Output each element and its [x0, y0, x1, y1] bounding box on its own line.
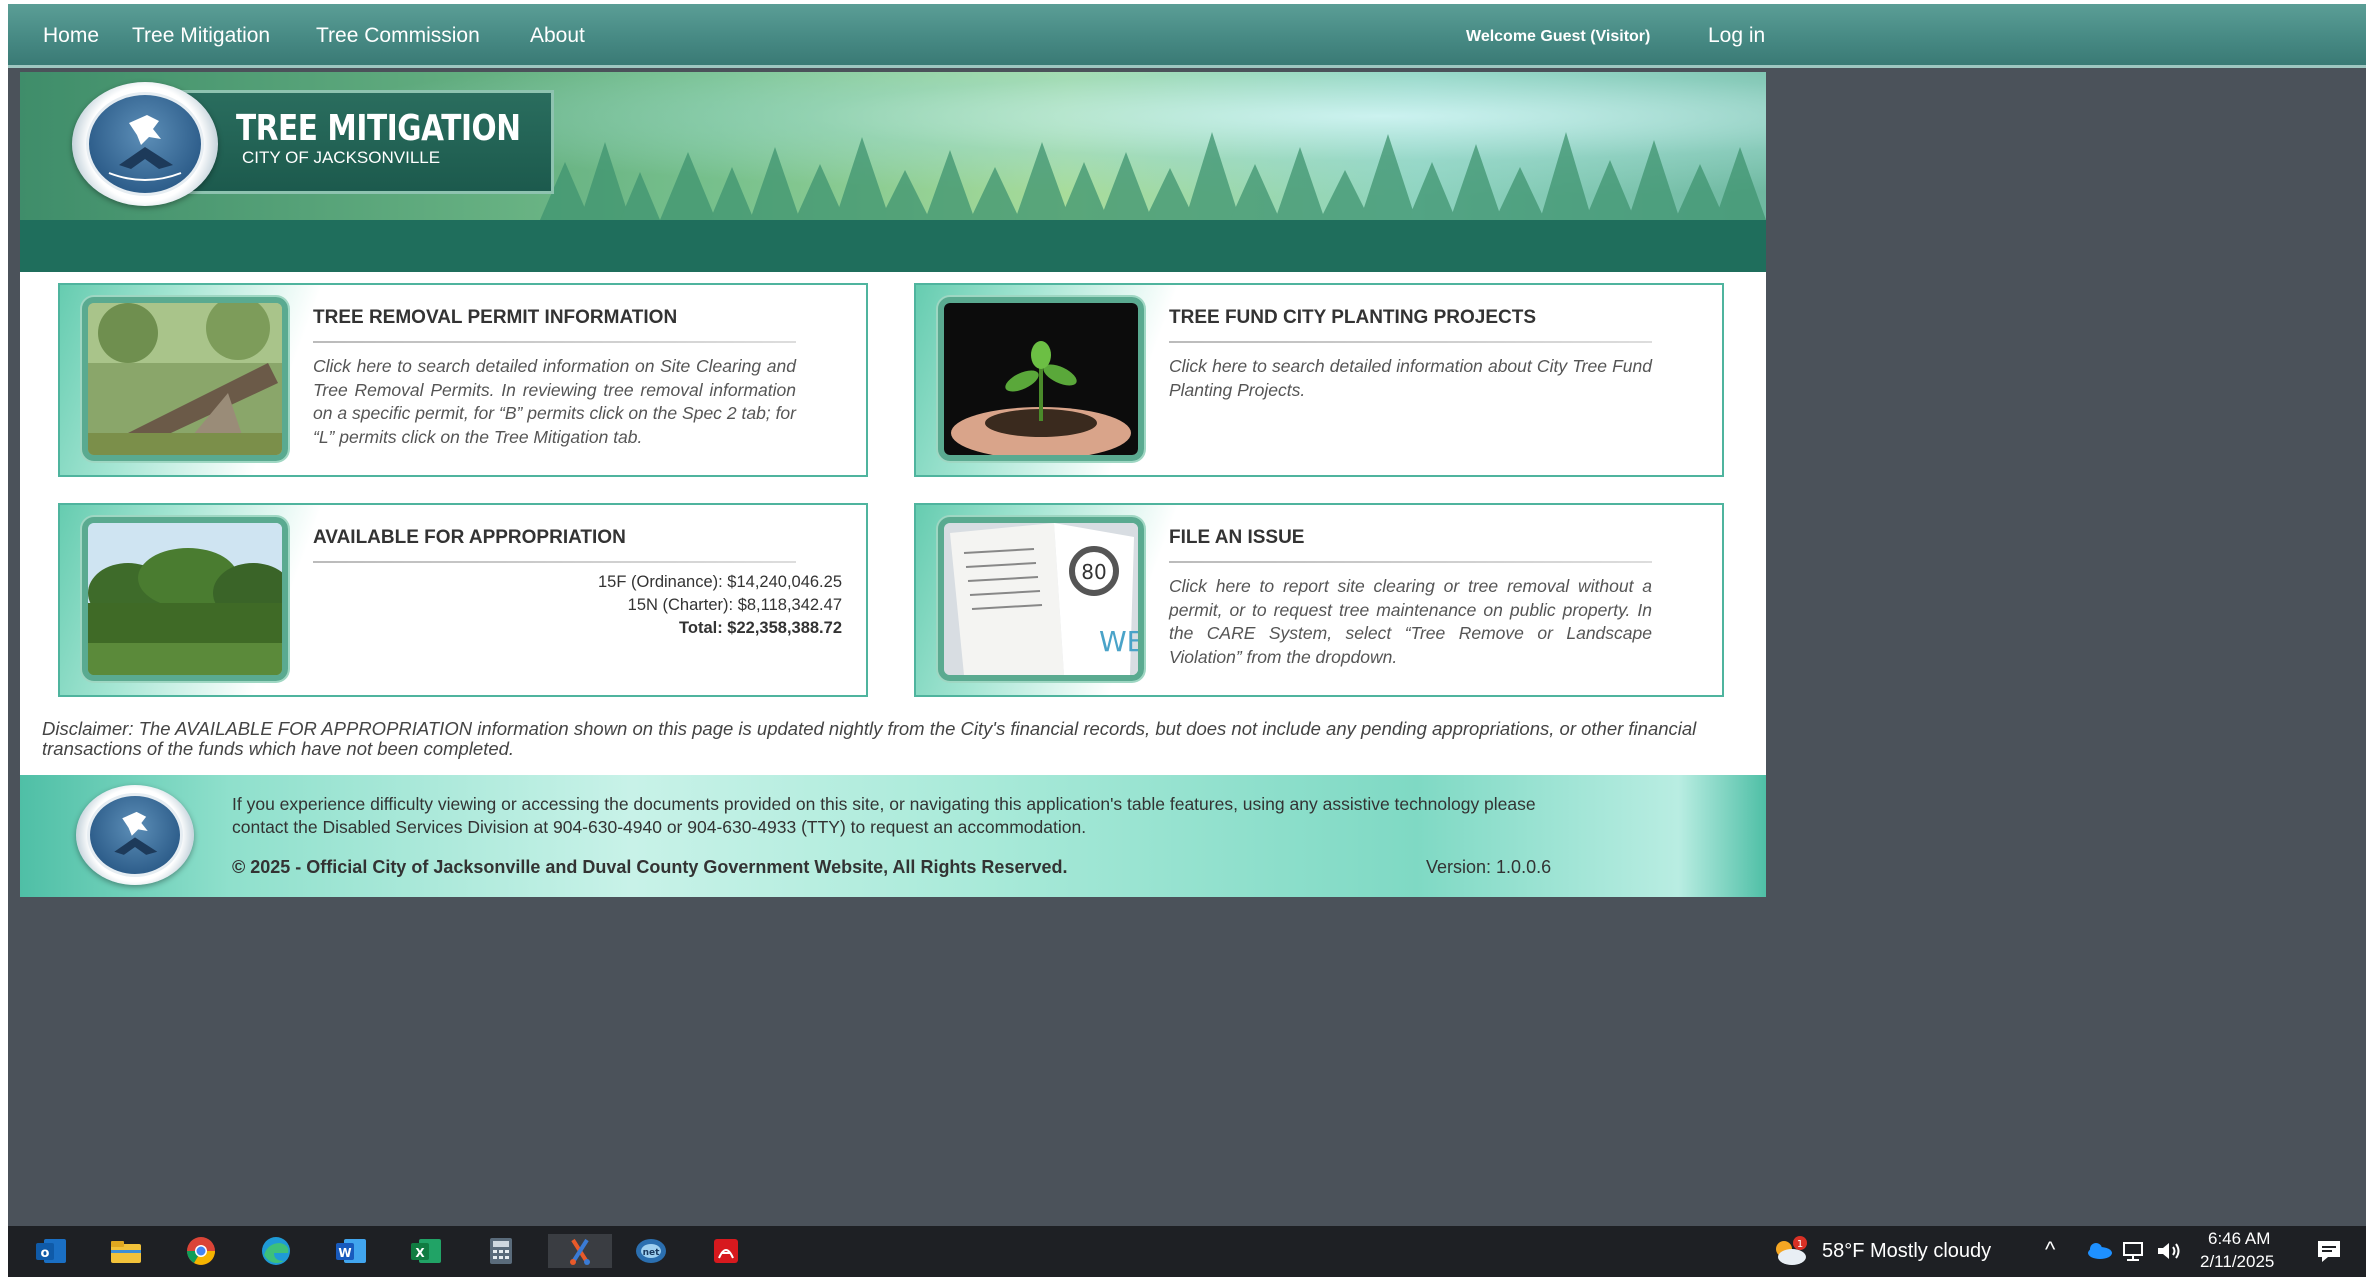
card-description: Click here to search detailed informatio… — [1169, 356, 1652, 400]
city-seal-logo[interactable] — [72, 82, 218, 206]
edge-icon[interactable] — [257, 1234, 295, 1268]
accessibility-notice: If you experience difficulty viewing or … — [232, 794, 1536, 837]
card-title: TREE FUND CITY PLANTING PROJECTS — [1169, 307, 1537, 328]
fallen-tree-image — [82, 297, 288, 461]
file-explorer-icon[interactable] — [107, 1234, 145, 1268]
version-text: Version: 1.0.0.6 — [1426, 857, 1552, 877]
weather-badge: 1 — [1797, 1239, 1803, 1250]
charter-amount: 15N (Charter): $8,118,342.47 — [627, 596, 842, 614]
divider — [1169, 561, 1652, 563]
seedling-in-hands-image — [938, 297, 1144, 461]
card-title: FILE AN ISSUE — [1169, 527, 1305, 548]
svg-text:X: X — [415, 1246, 425, 1260]
notification-icon[interactable] — [2310, 1234, 2348, 1268]
snipping-tool-icon[interactable] — [548, 1234, 612, 1268]
login-link[interactable]: Log in — [1708, 24, 1765, 48]
forest-image — [82, 517, 288, 681]
svg-text:o: o — [41, 1246, 50, 1261]
header-banner: TREE MITIGATION CITY OF JACKSONVILLE — [20, 72, 1766, 220]
main-content: TREE MITIGATION CITY OF JACKSONVILLE TRE… — [20, 72, 1766, 897]
welcome-text: Welcome Guest (Visitor) — [1466, 28, 1651, 45]
copyright-text: © 2025 - Official City of Jacksonville a… — [232, 857, 1068, 877]
tree-removal-permit-card[interactable]: TREE REMOVAL PERMIT INFORMATION Click he… — [58, 283, 868, 477]
nav-tree-mitigation-link[interactable]: Tree Mitigation — [132, 24, 270, 48]
total-amount: Total: $22,358,388.72 — [679, 619, 842, 637]
svg-text:80: 80 — [1081, 560, 1106, 584]
city-seal-logo — [76, 785, 194, 885]
card-description: Click here to search detailed informatio… — [313, 356, 796, 447]
nav-about-link[interactable]: About — [530, 24, 585, 48]
site-subtitle: CITY OF JACKSONVILLE — [242, 148, 441, 167]
divider — [313, 341, 796, 343]
nav-tree-commission-link[interactable]: Tree Commission — [316, 24, 480, 48]
network-app-icon[interactable]: net — [632, 1234, 670, 1268]
acrobat-icon[interactable] — [707, 1234, 745, 1268]
disclaimer-text: Disclaimer: The AVAILABLE FOR APPROPRIAT… — [42, 718, 1697, 759]
chevron-up-icon[interactable]: ^ — [2045, 1237, 2055, 1263]
svg-text:W: W — [338, 1246, 351, 1260]
ordinance-amount: 15F (Ordinance): $14,240,046.25 — [598, 573, 842, 591]
file-an-issue-card[interactable]: 80 WE FILE AN ISSUE Click here to report… — [914, 503, 1724, 697]
svg-text:WE: WE — [1099, 625, 1138, 658]
word-icon[interactable]: W — [332, 1234, 370, 1268]
onedrive-icon[interactable] — [2080, 1234, 2118, 1268]
weather-text[interactable]: 58°F Mostly cloudy — [1822, 1240, 1991, 1263]
divider — [313, 561, 796, 563]
windows-taskbar: o W X net 1 58°F Mostly cloudy ^ 6:46 AM… — [8, 1226, 2366, 1277]
weather-icon[interactable]: 1 — [1770, 1234, 1808, 1268]
excel-icon[interactable]: X — [407, 1234, 445, 1268]
browser-viewport: Home Tree Mitigation Tree Commission Abo… — [8, 4, 2366, 1230]
appropriation-figures: 15F (Ordinance): $14,240,046.25 15N (Cha… — [598, 571, 842, 640]
outlook-icon[interactable]: o — [32, 1234, 70, 1268]
svg-text:net: net — [643, 1248, 661, 1258]
top-nav-bar: Home Tree Mitigation Tree Commission Abo… — [8, 4, 2366, 68]
chrome-icon[interactable] — [182, 1234, 220, 1268]
page-footer: If you experience difficulty viewing or … — [20, 775, 1766, 897]
tree-fund-planting-card[interactable]: TREE FUND CITY PLANTING PROJECTS Click h… — [914, 283, 1724, 477]
volume-icon[interactable] — [2150, 1234, 2188, 1268]
network-icon[interactable] — [2116, 1234, 2154, 1268]
card-title: TREE REMOVAL PERMIT INFORMATION — [313, 307, 678, 328]
clock-time[interactable]: 6:46 AM — [2208, 1229, 2270, 1249]
calculator-icon[interactable] — [482, 1234, 520, 1268]
nav-home-link[interactable]: Home — [43, 24, 99, 48]
clock-date[interactable]: 2/11/2025 — [2200, 1252, 2274, 1272]
divider — [1169, 341, 1652, 343]
card-description: Click here to report site clearing or tr… — [1169, 576, 1652, 667]
card-title: AVAILABLE FOR APPROPRIATION — [313, 527, 626, 548]
available-for-appropriation-card: AVAILABLE FOR APPROPRIATION 15F (Ordinan… — [58, 503, 868, 697]
banner-stripe — [20, 220, 1766, 272]
site-title: TREE MITIGATION — [236, 108, 521, 149]
brochure-image: 80 WE — [938, 517, 1144, 681]
